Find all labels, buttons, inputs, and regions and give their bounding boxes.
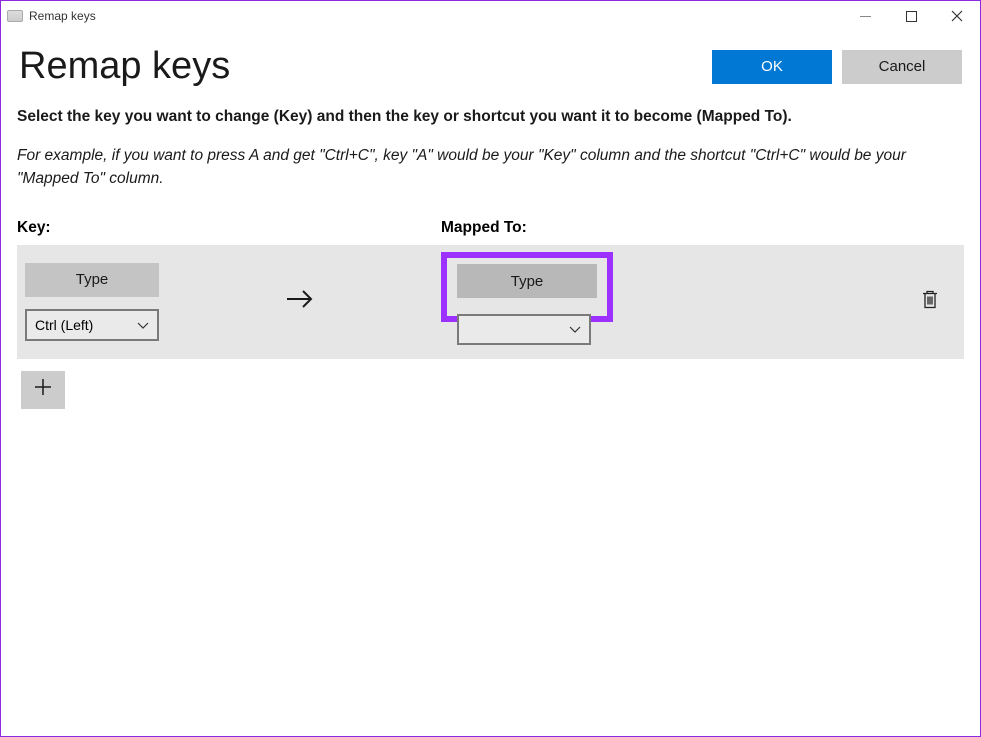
titlebar: Remap keys [1,1,980,31]
header: Remap keys OK Cancel [1,31,980,108]
chevron-down-icon [137,317,149,333]
cancel-button[interactable]: Cancel [842,50,962,84]
delete-row-button[interactable] [920,288,940,315]
add-row-area [17,359,964,409]
mapped-type-button[interactable]: Type [457,264,597,298]
key-dropdown[interactable]: Ctrl (Left) [25,309,159,341]
key-column: Type Ctrl (Left) [25,263,279,341]
add-row-button[interactable] [21,371,65,409]
plus-icon [33,377,53,402]
remap-row: Type Ctrl (Left) Type [17,245,964,359]
key-column-header: Key: [17,219,441,237]
mapped-inner: Type [449,258,689,298]
window-title: Remap keys [29,9,96,23]
content: Select the key you want to change (Key) … [1,108,980,409]
instruction-text: Select the key you want to change (Key) … [17,108,964,126]
page-title: Remap keys [19,45,230,88]
arrow-right-icon [285,287,315,316]
key-dropdown-value: Ctrl (Left) [35,317,93,333]
window-controls [842,1,980,31]
chevron-down-icon [569,321,581,339]
minimize-button[interactable] [842,1,888,31]
ok-button[interactable]: OK [712,50,832,84]
maximize-button[interactable] [888,1,934,31]
trash-icon [920,297,940,314]
key-type-button[interactable]: Type [25,263,159,297]
column-headers: Key: Mapped To: [17,219,964,237]
mapped-column: Type [449,258,689,345]
example-text: For example, if you want to press A and … [17,144,964,191]
mapped-column-header: Mapped To: [441,219,964,237]
arrow-column [279,287,449,316]
mapped-dropdown[interactable] [457,314,591,345]
app-icon [7,10,23,22]
close-button[interactable] [934,1,980,31]
header-actions: OK Cancel [712,50,962,84]
